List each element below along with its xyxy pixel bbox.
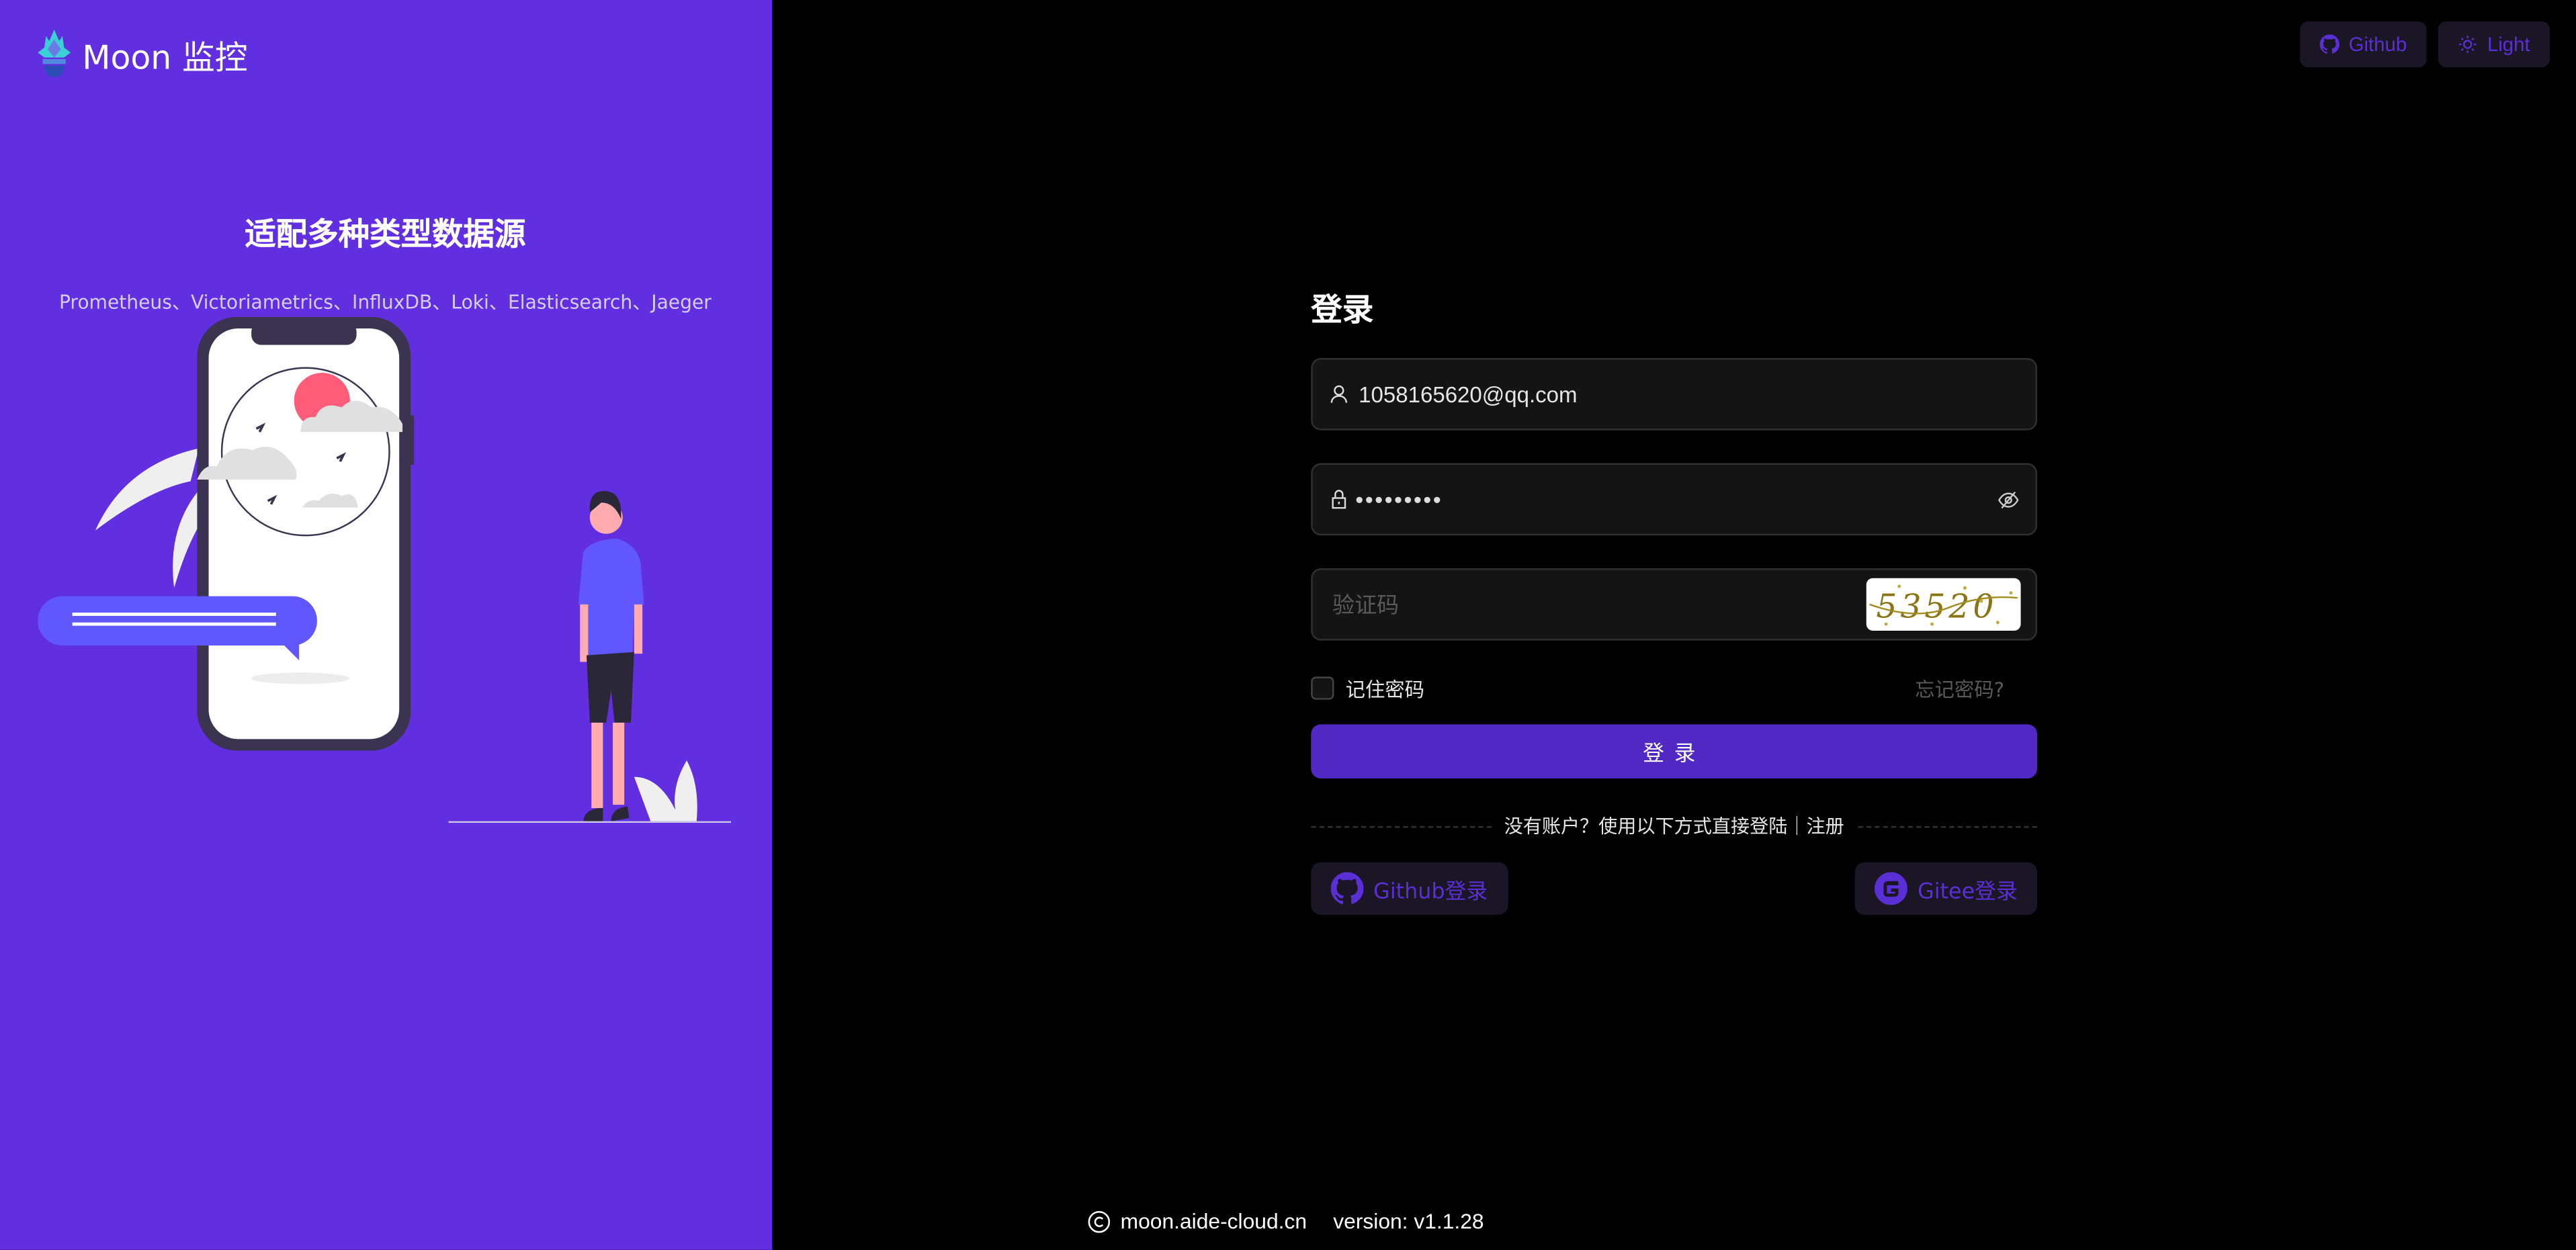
top-actions: Github Light xyxy=(2299,21,2550,68)
divider-line xyxy=(1311,825,1492,828)
register-divider: 没有账户？使用以下方式直接登陆｜注册 xyxy=(1311,813,2038,839)
password-field[interactable]: ••••••••• xyxy=(1311,463,2038,536)
footer: moon.aide-cloud.cn version: v1.1.28 xyxy=(1088,1208,1484,1234)
github-icon xyxy=(1330,872,1364,905)
gitee-login-label: Gitee登录 xyxy=(1918,879,2018,905)
captcha-field[interactable]: 53520 xyxy=(1311,568,2038,641)
page: Moon 监控 适配多种类型数据源 Prometheus、Victoriamet… xyxy=(0,0,2576,1250)
sun-icon xyxy=(2458,36,2477,53)
login-title: 登录 xyxy=(1311,292,1374,329)
oauth-buttons: Github登录 Gitee登录 xyxy=(1311,862,2038,915)
login-illustration xyxy=(38,316,732,823)
password-input[interactable]: ••••••••• xyxy=(1355,486,1998,512)
remember-checkbox[interactable]: 记住密码 xyxy=(1311,674,1424,703)
flame-logo-icon xyxy=(38,30,71,77)
github-link-label: Github xyxy=(2348,32,2407,56)
lock-icon xyxy=(1332,490,1346,509)
app-name: Moon 监控 xyxy=(82,37,248,77)
phone-illustration xyxy=(197,316,415,751)
theme-toggle-label: Light xyxy=(2487,32,2530,56)
hero-title: 适配多种类型数据源 xyxy=(245,216,526,253)
username-input[interactable] xyxy=(1355,380,2020,408)
forgot-password-link[interactable]: 忘记密码? xyxy=(1915,674,2004,703)
username-field[interactable] xyxy=(1311,358,2038,431)
remember-row: 记住密码 忘记密码? xyxy=(1311,674,2037,703)
gitee-icon xyxy=(1875,872,1908,905)
github-login-button[interactable]: Github登录 xyxy=(1311,862,1508,915)
register-prompt[interactable]: 没有账户？使用以下方式直接登陆｜注册 xyxy=(1504,813,1844,839)
person-illustration xyxy=(448,490,732,823)
left-panel: Moon 监控 适配多种类型数据源 Prometheus、Victoriamet… xyxy=(0,0,772,1250)
theme-toggle-button[interactable]: Light xyxy=(2438,21,2550,68)
gitee-login-button[interactable]: Gitee登录 xyxy=(1855,862,2038,915)
login-button[interactable]: 登录 xyxy=(1311,724,2038,779)
remember-label: 记住密码 xyxy=(1345,677,1425,701)
github-icon xyxy=(2319,34,2339,54)
copyright-icon xyxy=(1088,1210,1111,1233)
divider-line xyxy=(1857,825,2038,828)
github-link-button[interactable]: Github xyxy=(2299,21,2427,68)
user-icon xyxy=(1330,385,1348,403)
login-form: 登录 ••••••••• 53520 记住密码 xyxy=(1311,285,2038,915)
captcha-text: 53520 xyxy=(1876,587,1997,625)
github-login-label: Github登录 xyxy=(1373,879,1488,905)
captcha-image[interactable]: 53520 xyxy=(1866,578,2021,631)
eye-invisible-icon[interactable] xyxy=(1998,488,2019,510)
footer-version: version: v1.1.28 xyxy=(1333,1208,1484,1234)
checkbox-box[interactable] xyxy=(1311,676,1334,700)
footer-site[interactable]: moon.aide-cloud.cn xyxy=(1121,1209,1307,1234)
app-logo[interactable]: Moon 监控 xyxy=(36,26,248,82)
